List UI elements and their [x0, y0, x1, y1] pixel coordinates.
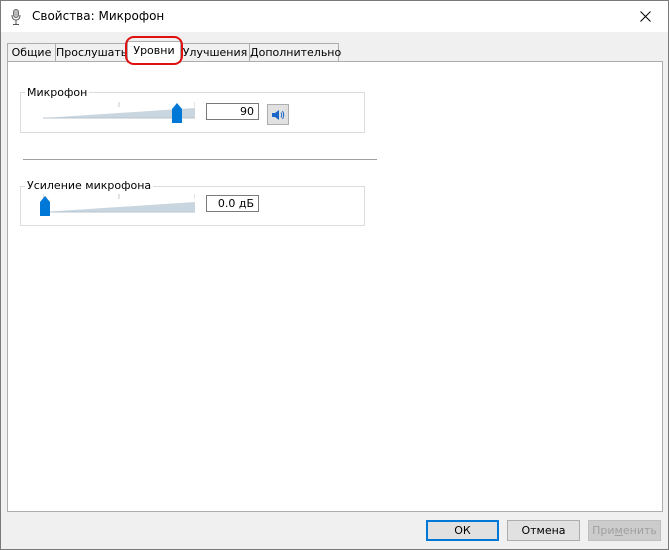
apply-button[interactable]: Применить [588, 520, 661, 541]
tab-advanced[interactable]: Дополнительно [249, 43, 341, 62]
microphone-label: Микрофон [25, 86, 90, 99]
microphone-group: Микрофон 90 [20, 86, 365, 133]
window-title: Свойства: Микрофон [32, 9, 165, 23]
boost-label: Усиление микрофона [25, 179, 154, 192]
tab-listen[interactable]: Прослушать [55, 43, 128, 62]
boost-group: Усиление микрофона 0.0 дБ [20, 179, 365, 226]
tab-enhancements[interactable]: Улучшения [180, 43, 250, 62]
boost-slider[interactable] [43, 193, 195, 215]
speaker-icon [272, 109, 285, 120]
title-bar[interactable]: Свойства: Микрофон [1, 1, 668, 32]
levels-panel: Микрофон 90 Усиление микрофона 0.0 дБ [7, 61, 663, 512]
microphone-slider-thumb[interactable] [172, 103, 182, 123]
ok-button[interactable]: ОК [426, 520, 499, 541]
tab-general[interactable]: Общие [7, 43, 56, 62]
apply-label-accelerator: м [614, 524, 623, 537]
tab-levels[interactable]: Уровни [127, 41, 181, 63]
mute-button[interactable] [267, 104, 289, 125]
separator-line [23, 159, 377, 160]
microphone-icon [11, 9, 21, 25]
close-button[interactable] [622, 1, 668, 32]
boost-level-input[interactable]: 0.0 дБ [206, 195, 259, 212]
apply-label-end: енить [622, 524, 657, 537]
boost-slider-thumb[interactable] [40, 196, 50, 216]
apply-label-start: При [592, 524, 615, 537]
microphone-level-input[interactable]: 90 [206, 103, 259, 120]
properties-dialog: Свойства: Микрофон Общие Прослушать Уров… [0, 0, 669, 550]
close-icon [639, 11, 651, 22]
cancel-button[interactable]: Отмена [507, 520, 580, 541]
